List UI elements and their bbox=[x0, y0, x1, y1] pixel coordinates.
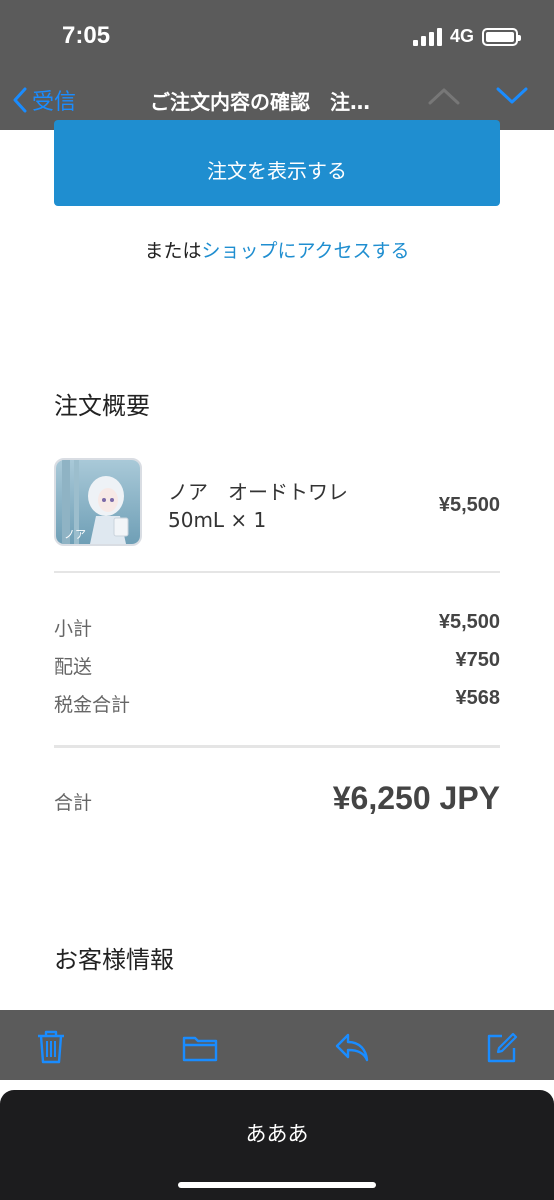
chevron-down-icon bbox=[496, 87, 528, 104]
draft-subject: あああ bbox=[245, 1122, 309, 1146]
trash-icon[interactable] bbox=[36, 1030, 66, 1068]
item-price: ¥5,500 bbox=[438, 494, 500, 516]
mail-toolbar bbox=[0, 1010, 554, 1080]
shipping-value: ¥750 bbox=[455, 649, 501, 671]
signal-icon bbox=[412, 27, 442, 46]
thumbnail-text: ノア bbox=[64, 528, 86, 541]
total-value: ¥6,250 JPY bbox=[332, 780, 500, 816]
item-quantity: 50mL × 1 bbox=[168, 508, 267, 532]
shop-access-line: またはショップにアクセスする bbox=[0, 236, 554, 263]
divider bbox=[54, 745, 500, 748]
home-indicator[interactable] bbox=[178, 1182, 376, 1188]
top-bar: 7:05 4G 受信 ご注文内容の確認 注… bbox=[0, 0, 554, 130]
order-summary-title: 注文概要 bbox=[54, 392, 150, 420]
status-indicators: 4G bbox=[412, 26, 521, 47]
shipping-label: 配送 bbox=[54, 656, 93, 678]
subtotal-value: ¥5,500 bbox=[438, 611, 500, 633]
status-time: 7:05 bbox=[62, 22, 111, 49]
folder-icon[interactable] bbox=[182, 1034, 218, 1066]
chevron-up-icon bbox=[428, 88, 460, 105]
nav-title: ご注文内容の確認 注… bbox=[150, 90, 370, 114]
back-label: 受信 bbox=[32, 90, 77, 115]
total-label: 合計 bbox=[54, 792, 93, 814]
item-name: ノア オードトワレ bbox=[168, 480, 348, 504]
tax-value: ¥568 bbox=[455, 687, 501, 709]
shop-link[interactable]: ショップにアクセスする bbox=[201, 240, 409, 262]
compose-icon[interactable] bbox=[486, 1032, 518, 1068]
reply-icon[interactable] bbox=[334, 1032, 370, 1066]
product-thumbnail: ノア bbox=[54, 458, 142, 546]
divider bbox=[54, 571, 500, 573]
back-button[interactable]: 受信 bbox=[12, 84, 76, 116]
or-text: または bbox=[144, 240, 202, 262]
view-order-label: 注文を表示する bbox=[207, 158, 347, 183]
previous-message-button[interactable] bbox=[428, 86, 460, 110]
tax-label: 税金合計 bbox=[54, 694, 131, 716]
draft-sheet[interactable]: あああ bbox=[0, 1090, 554, 1200]
battery-icon bbox=[482, 27, 521, 46]
view-order-button[interactable]: 注文を表示する bbox=[54, 120, 500, 206]
product-image: ノア bbox=[56, 460, 140, 544]
next-message-button[interactable] bbox=[496, 86, 528, 110]
subtotal-label: 小計 bbox=[54, 618, 93, 640]
network-type: 4G bbox=[449, 26, 474, 46]
chevron-left-icon bbox=[13, 87, 27, 113]
customer-info-title: お客様情報 bbox=[54, 946, 174, 974]
